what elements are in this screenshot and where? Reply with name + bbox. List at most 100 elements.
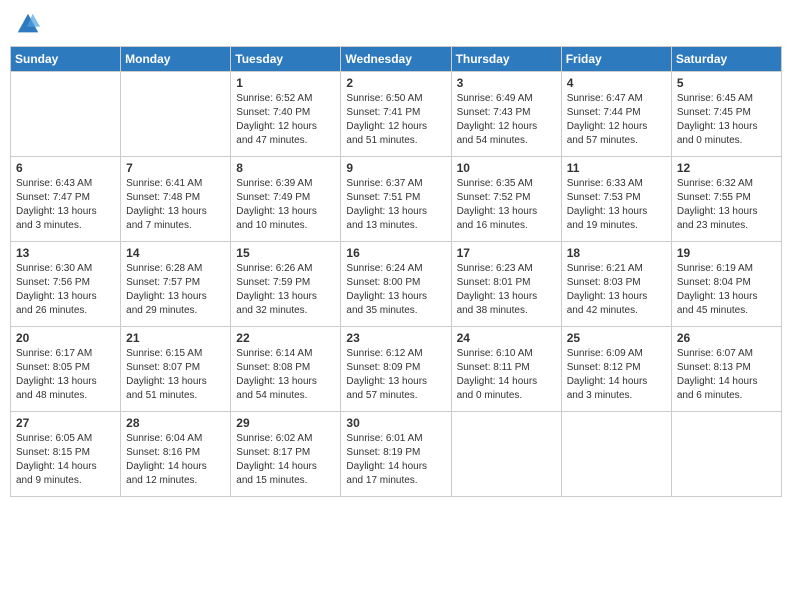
day-number: 1 [236,76,335,90]
day-number: 23 [346,331,445,345]
day-number: 15 [236,246,335,260]
calendar-cell: 28 Sunrise: 6:04 AM Sunset: 8:16 PM Dayli… [121,412,231,497]
day-info: Sunrise: 6:14 AM Sunset: 8:08 PM Dayligh… [236,347,335,403]
calendar-cell: 12 Sunrise: 6:32 AM Sunset: 7:55 PM Dayli… [671,157,781,242]
day-header-monday: Monday [121,47,231,72]
day-number: 13 [16,246,115,260]
calendar-cell [561,412,671,497]
day-number: 2 [346,76,445,90]
day-info: Sunrise: 6:02 AM Sunset: 8:17 PM Dayligh… [236,432,335,488]
day-number: 24 [457,331,556,345]
day-number: 16 [346,246,445,260]
day-number: 25 [567,331,666,345]
day-number: 30 [346,416,445,430]
day-info: Sunrise: 6:21 AM Sunset: 8:03 PM Dayligh… [567,262,666,318]
calendar-cell: 11 Sunrise: 6:33 AM Sunset: 7:53 PM Dayli… [561,157,671,242]
day-header-wednesday: Wednesday [341,47,451,72]
day-number: 20 [16,331,115,345]
day-info: Sunrise: 6:37 AM Sunset: 7:51 PM Dayligh… [346,177,445,233]
day-info: Sunrise: 6:28 AM Sunset: 7:57 PM Dayligh… [126,262,225,318]
calendar-cell: 4 Sunrise: 6:47 AM Sunset: 7:44 PM Daylig… [561,72,671,157]
day-info: Sunrise: 6:12 AM Sunset: 8:09 PM Dayligh… [346,347,445,403]
calendar-cell: 5Sunrise: 6:45 AM Sunset: 7:45 PM Daylig… [671,72,781,157]
week-row-1: 1 Sunrise: 6:52 AM Sunset: 7:40 PM Daylig… [11,72,782,157]
day-number: 26 [677,331,776,345]
day-info: Sunrise: 6:04 AM Sunset: 8:16 PM Dayligh… [126,432,225,488]
calendar-cell: 13 Sunrise: 6:30 AM Sunset: 7:56 PM Dayli… [11,242,121,327]
calendar-cell [11,72,121,157]
week-row-3: 13 Sunrise: 6:30 AM Sunset: 7:56 PM Dayli… [11,242,782,327]
day-info: Sunrise: 6:50 AM Sunset: 7:41 PM Dayligh… [346,92,445,148]
day-info: Sunrise: 6:24 AM Sunset: 8:00 PM Dayligh… [346,262,445,318]
logo [14,10,44,38]
calendar-cell: 15 Sunrise: 6:26 AM Sunset: 7:59 PM Dayli… [231,242,341,327]
calendar-cell: 30 Sunrise: 6:01 AM Sunset: 8:19 PM Dayli… [341,412,451,497]
day-number: 7 [126,161,225,175]
day-header-friday: Friday [561,47,671,72]
calendar-cell: 8 Sunrise: 6:39 AM Sunset: 7:49 PM Daylig… [231,157,341,242]
day-info: Sunrise: 6:33 AM Sunset: 7:53 PM Dayligh… [567,177,666,233]
week-row-5: 27 Sunrise: 6:05 AM Sunset: 8:15 PM Dayli… [11,412,782,497]
day-info: Sunrise: 6:43 AM Sunset: 7:47 PM Dayligh… [16,177,115,233]
day-info: Sunrise: 6:35 AM Sunset: 7:52 PM Dayligh… [457,177,556,233]
calendar-cell: 23 Sunrise: 6:12 AM Sunset: 8:09 PM Dayli… [341,327,451,412]
day-number: 21 [126,331,225,345]
day-info: Sunrise: 6:49 AM Sunset: 7:43 PM Dayligh… [457,92,556,148]
day-number: 14 [126,246,225,260]
day-number: 12 [677,161,776,175]
day-info: Sunrise: 6:47 AM Sunset: 7:44 PM Dayligh… [567,92,666,148]
day-info: Sunrise: 6:19 AM Sunset: 8:04 PM Dayligh… [677,262,776,318]
calendar-cell: 14 Sunrise: 6:28 AM Sunset: 7:57 PM Dayli… [121,242,231,327]
calendar-cell: 3 Sunrise: 6:49 AM Sunset: 7:43 PM Daylig… [451,72,561,157]
week-row-4: 20 Sunrise: 6:17 AM Sunset: 8:05 PM Dayli… [11,327,782,412]
calendar-cell: 19 Sunrise: 6:19 AM Sunset: 8:04 PM Dayli… [671,242,781,327]
calendar-cell [451,412,561,497]
day-info: Sunrise: 6:45 AM Sunset: 7:45 PM Dayligh… [677,92,776,148]
logo-icon [14,10,42,38]
calendar-table: SundayMondayTuesdayWednesdayThursdayFrid… [10,46,782,497]
day-number: 11 [567,161,666,175]
calendar-cell: 27 Sunrise: 6:05 AM Sunset: 8:15 PM Dayli… [11,412,121,497]
calendar-cell: 21 Sunrise: 6:15 AM Sunset: 8:07 PM Dayli… [121,327,231,412]
calendar-cell: 29 Sunrise: 6:02 AM Sunset: 8:17 PM Dayli… [231,412,341,497]
day-number: 19 [677,246,776,260]
calendar-cell: 18 Sunrise: 6:21 AM Sunset: 8:03 PM Dayli… [561,242,671,327]
day-number: 28 [126,416,225,430]
day-header-sunday: Sunday [11,47,121,72]
calendar-cell: 20 Sunrise: 6:17 AM Sunset: 8:05 PM Dayli… [11,327,121,412]
day-number: 6 [16,161,115,175]
calendar-cell: 6 Sunrise: 6:43 AM Sunset: 7:47 PM Daylig… [11,157,121,242]
calendar-cell: 10Sunrise: 6:35 AM Sunset: 7:52 PM Dayli… [451,157,561,242]
day-info: Sunrise: 6:23 AM Sunset: 8:01 PM Dayligh… [457,262,556,318]
day-info: Sunrise: 6:05 AM Sunset: 8:15 PM Dayligh… [16,432,115,488]
day-number: 4 [567,76,666,90]
calendar-cell: 17 Sunrise: 6:23 AM Sunset: 8:01 PM Dayli… [451,242,561,327]
day-number: 17 [457,246,556,260]
calendar-cell: 1 Sunrise: 6:52 AM Sunset: 7:40 PM Daylig… [231,72,341,157]
page-header [10,10,782,38]
day-number: 22 [236,331,335,345]
day-info: Sunrise: 6:41 AM Sunset: 7:48 PM Dayligh… [126,177,225,233]
day-info: Sunrise: 6:01 AM Sunset: 8:19 PM Dayligh… [346,432,445,488]
calendar-cell [121,72,231,157]
day-info: Sunrise: 6:30 AM Sunset: 7:56 PM Dayligh… [16,262,115,318]
header-row: SundayMondayTuesdayWednesdayThursdayFrid… [11,47,782,72]
day-info: Sunrise: 6:52 AM Sunset: 7:40 PM Dayligh… [236,92,335,148]
week-row-2: 6 Sunrise: 6:43 AM Sunset: 7:47 PM Daylig… [11,157,782,242]
day-number: 18 [567,246,666,260]
day-number: 8 [236,161,335,175]
day-info: Sunrise: 6:15 AM Sunset: 8:07 PM Dayligh… [126,347,225,403]
day-number: 27 [16,416,115,430]
day-info: Sunrise: 6:32 AM Sunset: 7:55 PM Dayligh… [677,177,776,233]
day-number: 29 [236,416,335,430]
day-info: Sunrise: 6:26 AM Sunset: 7:59 PM Dayligh… [236,262,335,318]
calendar-cell: 24Sunrise: 6:10 AM Sunset: 8:11 PM Dayli… [451,327,561,412]
calendar-cell: 16 Sunrise: 6:24 AM Sunset: 8:00 PM Dayli… [341,242,451,327]
day-header-thursday: Thursday [451,47,561,72]
day-info: Sunrise: 6:39 AM Sunset: 7:49 PM Dayligh… [236,177,335,233]
day-number: 3 [457,76,556,90]
calendar-cell: 2 Sunrise: 6:50 AM Sunset: 7:41 PM Daylig… [341,72,451,157]
calendar-cell: 25Sunrise: 6:09 AM Sunset: 8:12 PM Dayli… [561,327,671,412]
day-info: Sunrise: 6:17 AM Sunset: 8:05 PM Dayligh… [16,347,115,403]
day-header-tuesday: Tuesday [231,47,341,72]
